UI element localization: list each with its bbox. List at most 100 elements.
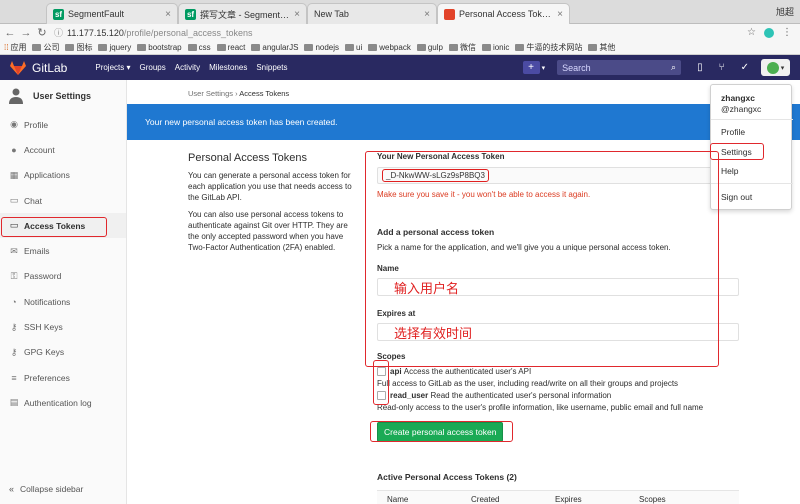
column-header-scopes[interactable]: Scopes (639, 495, 713, 504)
notifications-icon: ◔ (11, 296, 17, 307)
sidebar-item-preferences[interactable]: ≡ Preferences (0, 365, 126, 390)
bookmark-folder[interactable]: css (187, 43, 211, 52)
sidebar-item-account[interactable]: ● Account (0, 137, 126, 162)
gitlab-home-link[interactable]: GitLab (10, 60, 67, 75)
browser-tab-new-tab[interactable]: New Tab × (307, 3, 437, 24)
bookmark-folder[interactable]: nodejs (304, 43, 339, 52)
bookmark-label: ui (356, 43, 363, 52)
segmentfault-favicon-icon: sf (185, 8, 196, 20)
emails-icon: ✉ (10, 245, 18, 256)
nav-projects[interactable]: Projects ▾ (95, 63, 130, 72)
close-icon[interactable]: × (294, 9, 300, 20)
sidebar-item-emails[interactable]: ✉ Emails (0, 238, 126, 263)
bookmark-folder[interactable]: 其他 (588, 42, 615, 53)
user-icon (9, 88, 23, 104)
page-title: Personal Access Tokens (188, 152, 308, 164)
tab-label: 撰写文章 - SegmentFault (200, 9, 291, 20)
user-menu-profile[interactable]: Profile (721, 127, 745, 137)
search-input[interactable]: Search ⌕ (557, 60, 682, 75)
sidebar-item-profile[interactable]: ◉ Profile (0, 112, 126, 137)
bookmark-folder[interactable]: react (216, 43, 246, 52)
close-icon[interactable]: × (165, 9, 171, 20)
bookmark-folder[interactable]: 图标 (65, 42, 92, 53)
forward-icon[interactable]: → (20, 27, 32, 39)
bookmark-folder[interactable]: ui (345, 43, 362, 52)
new-item-button[interactable]: + (522, 61, 540, 74)
todo-check-icon[interactable]: ✓ (741, 62, 749, 73)
browser-tab-write-article[interactable]: sf 撰写文章 - SegmentFault × (178, 3, 307, 24)
scope-read-user: read_user Read the authenticated user's … (377, 391, 739, 400)
reload-icon[interactable]: ↻ (36, 26, 48, 39)
sidebar-item-gpg-keys[interactable]: ⚷ GPG Keys (0, 340, 126, 365)
bookmark-folder[interactable]: gulp (416, 43, 443, 52)
close-icon[interactable]: × (557, 9, 563, 20)
sidebar-item-notifications[interactable]: ◔ Notifications (0, 289, 126, 314)
info-icon[interactable]: ⓘ (54, 28, 63, 38)
bookmark-folder[interactable]: jquery (98, 43, 131, 52)
intro-paragraph-1: You can generate a personal access token… (188, 171, 352, 202)
bookmark-folder[interactable]: ionic (481, 43, 509, 52)
scope-read-user-summary: Read the authenticated user's personal i… (430, 391, 612, 400)
sidebar-item-chat[interactable]: ▭ Chat (0, 188, 126, 213)
scope-read-user-description: Read-only access to the user's profile i… (377, 403, 704, 412)
browser-menu-icon[interactable]: ⋮ (782, 27, 792, 38)
breadcrumb-current: Access Tokens (239, 89, 290, 98)
browser-profile-name[interactable]: 旭超 (776, 5, 794, 18)
browser-tab-access-tokens[interactable]: Personal Access Tokens · User S × (437, 3, 570, 24)
scope-api-name: api (390, 367, 402, 376)
active-tokens-table-header: Name Created Expires Scopes (377, 490, 739, 504)
highlight-access-tokens (1, 217, 107, 237)
collapse-sidebar-button[interactable]: « Collapse sidebar (9, 484, 83, 494)
bookmark-label: 图标 (76, 43, 93, 52)
gitlab-favicon-icon (444, 8, 455, 20)
folder-icon (187, 44, 197, 51)
bookmark-label: angularJS (262, 43, 299, 52)
bookmark-folder[interactable]: bootstrap (137, 43, 182, 52)
folder-icon (345, 44, 355, 51)
chat-icon: ▭ (9, 195, 19, 206)
sidebar-item-password[interactable]: ⚿ Password (0, 264, 126, 289)
bookmark-star-icon[interactable]: ☆ (747, 27, 756, 38)
nav-activity[interactable]: Activity (175, 63, 200, 72)
user-menu-handle: @zhangxc (721, 104, 762, 114)
back-icon[interactable]: ← (4, 27, 16, 39)
nav-milestones[interactable]: Milestones (209, 63, 247, 72)
scope-read-user-name: read_user (390, 391, 429, 400)
breadcrumb-parent[interactable]: User Settings (188, 89, 233, 98)
sidebar-item-label: Emails (24, 246, 50, 257)
highlight-scope-checkboxes (373, 360, 389, 405)
menu-divider (711, 119, 793, 120)
chevron-down-icon[interactable]: ▾ (542, 64, 546, 72)
column-header-expires[interactable]: Expires (555, 495, 629, 504)
bookmark-folder[interactable]: webpack (368, 43, 411, 52)
folder-icon (448, 44, 458, 51)
bookmark-label: react (227, 43, 246, 52)
bookmark-folder[interactable]: angularJS (251, 43, 298, 52)
nav-groups[interactable]: Groups (140, 63, 166, 72)
user-menu-sign-out[interactable]: Sign out (721, 192, 752, 202)
sidebar-item-applications[interactable]: ▦ Applications (0, 163, 126, 188)
scope-api: api Access the authenticated user's API (377, 367, 739, 376)
bookmark-folder[interactable]: 牛逼的技术网站 (515, 42, 582, 53)
bookmark-label: nodejs (315, 43, 340, 52)
close-icon[interactable]: × (424, 9, 430, 20)
nav-snippets[interactable]: Snippets (256, 63, 287, 72)
sidebar-toggle-icon[interactable]: ▯ (697, 62, 703, 73)
column-header-created[interactable]: Created (471, 495, 545, 504)
sidebar-header[interactable]: User Settings (0, 80, 126, 112)
bookmark-apps[interactable]: ⁞⁞ 应用 (4, 42, 26, 53)
sidebar-title: User Settings (33, 91, 92, 101)
bookmark-folder[interactable]: 公司 (32, 42, 59, 53)
user-menu-help[interactable]: Help (721, 166, 738, 176)
merge-request-icon[interactable]: ⑂ (719, 62, 725, 73)
url-field[interactable]: ⓘ 11.177.15.120/profile/personal_access_t… (54, 26, 747, 39)
browser-tab-segmentfault[interactable]: sf SegmentFault × (46, 3, 178, 24)
bookmark-folder[interactable]: 微信 (448, 42, 476, 53)
sidebar-item-ssh-keys[interactable]: ⚷ SSH Keys (0, 314, 126, 339)
folder-icon (32, 44, 42, 51)
extension-icon[interactable] (764, 27, 774, 38)
sidebar-item-authentication-log[interactable]: ▤ Authentication log (0, 390, 126, 415)
user-avatar-button[interactable]: ▾ (761, 59, 790, 76)
menu-divider (711, 183, 793, 184)
column-header-name[interactable]: Name (387, 495, 461, 504)
